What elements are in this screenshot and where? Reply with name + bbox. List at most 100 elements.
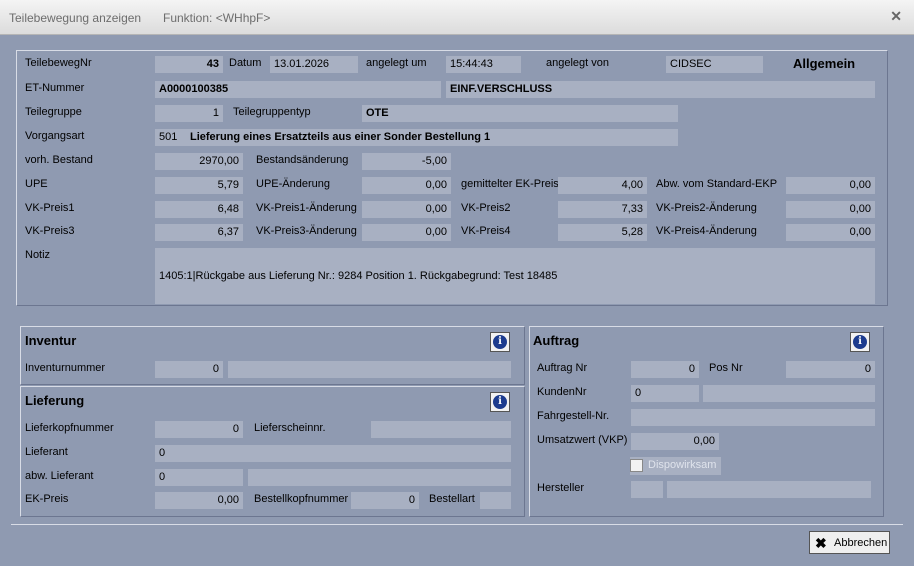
abbrechen-button[interactable]: ✖ Abbrechen: [809, 531, 890, 554]
footer-divider: [11, 524, 903, 525]
bestellkopfnummer-label: Bestellkopfnummer: [254, 493, 349, 505]
notiz-field[interactable]: 1405:1|Rückgabe aus Lieferung Nr.: 9284 …: [155, 248, 875, 304]
lieferkopfnummer-label: Lieferkopfnummer: [25, 422, 114, 434]
vk4-field[interactable]: 5,28: [558, 224, 647, 241]
info-icon[interactable]: i: [490, 332, 510, 352]
dialog-body: Allgemein TeilebewegNr 43 Datum 13.01.20…: [0, 35, 914, 566]
lieferung-title: Lieferung: [25, 393, 85, 408]
angelegt-von-field[interactable]: CIDSEC: [666, 56, 763, 73]
abw-standard-ekp-field[interactable]: 0,00: [786, 177, 875, 194]
close-icon[interactable]: ✕: [890, 8, 902, 25]
lieferscheinnr-label: Lieferscheinnr.: [254, 422, 326, 434]
ek-preis-field[interactable]: 0,00: [155, 492, 243, 509]
inventur-extra-field[interactable]: [228, 361, 511, 378]
inventurnummer-label: Inventurnummer: [25, 362, 106, 374]
vorh-bestand-label: vorh. Bestand: [25, 154, 93, 166]
lieferkopfnummer-field[interactable]: 0: [155, 421, 243, 438]
vk3-label: VK-Preis3: [25, 225, 75, 237]
et-nummer-field[interactable]: A0000100385: [155, 81, 441, 98]
allgemein-section-title: Allgemein: [793, 56, 856, 71]
vk4-aend-field[interactable]: 0,00: [786, 224, 875, 241]
auftrag-nr-label: Auftrag Nr: [537, 362, 588, 374]
auftrag-title: Auftrag: [533, 333, 580, 348]
vk3-aend-label: VK-Preis3-Änderung: [256, 225, 357, 237]
abw-standard-ekp-label: Abw. vom Standard-EKP: [656, 178, 778, 190]
vorgangsart-text-field[interactable]: Lieferung eines Ersatzteils aus einer So…: [186, 129, 678, 146]
upe-field[interactable]: 5,79: [155, 177, 243, 194]
lieferant-label: Lieferant: [25, 446, 68, 458]
abw-lieferant-label: abw. Lieferant: [25, 470, 94, 482]
bestandsaenderung-label: Bestandsänderung: [256, 154, 349, 166]
vorgangsart-label: Vorgangsart: [25, 130, 85, 142]
et-nummer-label: ET-Nummer: [25, 82, 85, 94]
teilebewegnr-field[interactable]: 43: [155, 56, 223, 73]
bestellkopfnummer-field[interactable]: 0: [351, 492, 419, 509]
fahrgestell-field[interactable]: [631, 409, 875, 426]
ek-preis-label: EK-Preis: [25, 493, 69, 505]
angelegt-um-field[interactable]: 15:44:43: [446, 56, 521, 73]
hersteller-label: Hersteller: [537, 482, 585, 494]
vk1-label: VK-Preis1: [25, 202, 75, 214]
teilegruppentyp-label: Teilegruppentyp: [233, 106, 311, 118]
pos-nr-field[interactable]: 0: [786, 361, 875, 378]
umsatzwert-label: Umsatzwert (VKP): [537, 434, 628, 446]
dispowirksam-box[interactable]: [630, 459, 643, 472]
info-icon[interactable]: i: [490, 392, 510, 412]
notiz-label: Notiz: [25, 249, 51, 261]
abw-lieferant-field[interactable]: 0: [155, 469, 243, 486]
abbrechen-label: Abbrechen: [834, 537, 888, 549]
x-icon: ✖: [815, 535, 827, 551]
gemittelter-ek-label: gemittelter EK-Preis: [461, 178, 559, 190]
auftrag-nr-field[interactable]: 0: [631, 361, 699, 378]
kunden-nr-field[interactable]: 0: [631, 385, 699, 402]
vk3-field[interactable]: 6,37: [155, 224, 243, 241]
umsatzwert-field[interactable]: 0,00: [631, 433, 719, 450]
vk2-aend-label: VK-Preis2-Änderung: [656, 202, 757, 214]
vk1-field[interactable]: 6,48: [155, 201, 243, 218]
pos-nr-label: Pos Nr: [709, 362, 743, 374]
vorh-bestand-field[interactable]: 2970,00: [155, 153, 243, 170]
upe-aenderung-label: UPE-Änderung: [256, 178, 330, 190]
title-bar: Teilebewegung anzeigen Funktion: <WHhpF>…: [0, 0, 914, 35]
inventurnummer-field[interactable]: 0: [155, 361, 223, 378]
kunden-nr-label: KundenNr: [537, 386, 587, 398]
dispowirksam-checkbox[interactable]: Dispowirksam: [630, 457, 721, 475]
vk2-label: VK-Preis2: [461, 202, 511, 214]
vk2-aend-field[interactable]: 0,00: [786, 201, 875, 218]
hersteller-code-field[interactable]: [631, 481, 663, 498]
info-icon[interactable]: i: [850, 332, 870, 352]
gemittelter-ek-field[interactable]: 4,00: [558, 177, 647, 194]
dispowirksam-label: Dispowirksam: [648, 459, 717, 471]
teilegruppe-label: Teilegruppe: [25, 106, 82, 118]
notiz-text: 1405:1|Rückgabe aus Lieferung Nr.: 9284 …: [159, 270, 558, 282]
abw-lieferant-name-field[interactable]: [248, 469, 511, 486]
vorgangsart-code-field[interactable]: 501: [155, 129, 187, 146]
kunden-name-field[interactable]: [703, 385, 875, 402]
vk4-label: VK-Preis4: [461, 225, 511, 237]
bestandsaenderung-field[interactable]: -5,00: [362, 153, 451, 170]
vk1-aend-field[interactable]: 0,00: [362, 201, 451, 218]
inventur-title: Inventur: [25, 333, 77, 348]
upe-aenderung-field[interactable]: 0,00: [362, 177, 451, 194]
bestellart-label: Bestellart: [429, 493, 475, 505]
bestellart-field[interactable]: [480, 492, 511, 509]
vk3-aend-field[interactable]: 0,00: [362, 224, 451, 241]
et-bezeichnung-field[interactable]: EINF.VERSCHLUSS: [446, 81, 875, 98]
datum-field[interactable]: 13.01.2026: [270, 56, 358, 73]
lieferant-field[interactable]: 0: [155, 445, 511, 462]
upe-label: UPE: [25, 178, 48, 190]
angelegt-um-label: angelegt um: [366, 57, 427, 69]
angelegt-von-label: angelegt von: [546, 57, 609, 69]
vk4-aend-label: VK-Preis4-Änderung: [656, 225, 757, 237]
vk1-aend-label: VK-Preis1-Änderung: [256, 202, 357, 214]
hersteller-field[interactable]: [667, 481, 871, 498]
window-function: Funktion: <WHhpF>: [163, 11, 271, 25]
teilebewegnr-label: TeilebewegNr: [25, 57, 92, 69]
datum-label: Datum: [229, 57, 262, 69]
window-title: Teilebewegung anzeigen: [9, 11, 142, 25]
lieferscheinnr-field[interactable]: [371, 421, 511, 438]
teilegruppe-field[interactable]: 1: [155, 105, 223, 122]
fahrgestell-label: Fahrgestell-Nr.: [537, 410, 610, 422]
teilegruppentyp-field[interactable]: OTE: [362, 105, 678, 122]
vk2-field[interactable]: 7,33: [558, 201, 647, 218]
